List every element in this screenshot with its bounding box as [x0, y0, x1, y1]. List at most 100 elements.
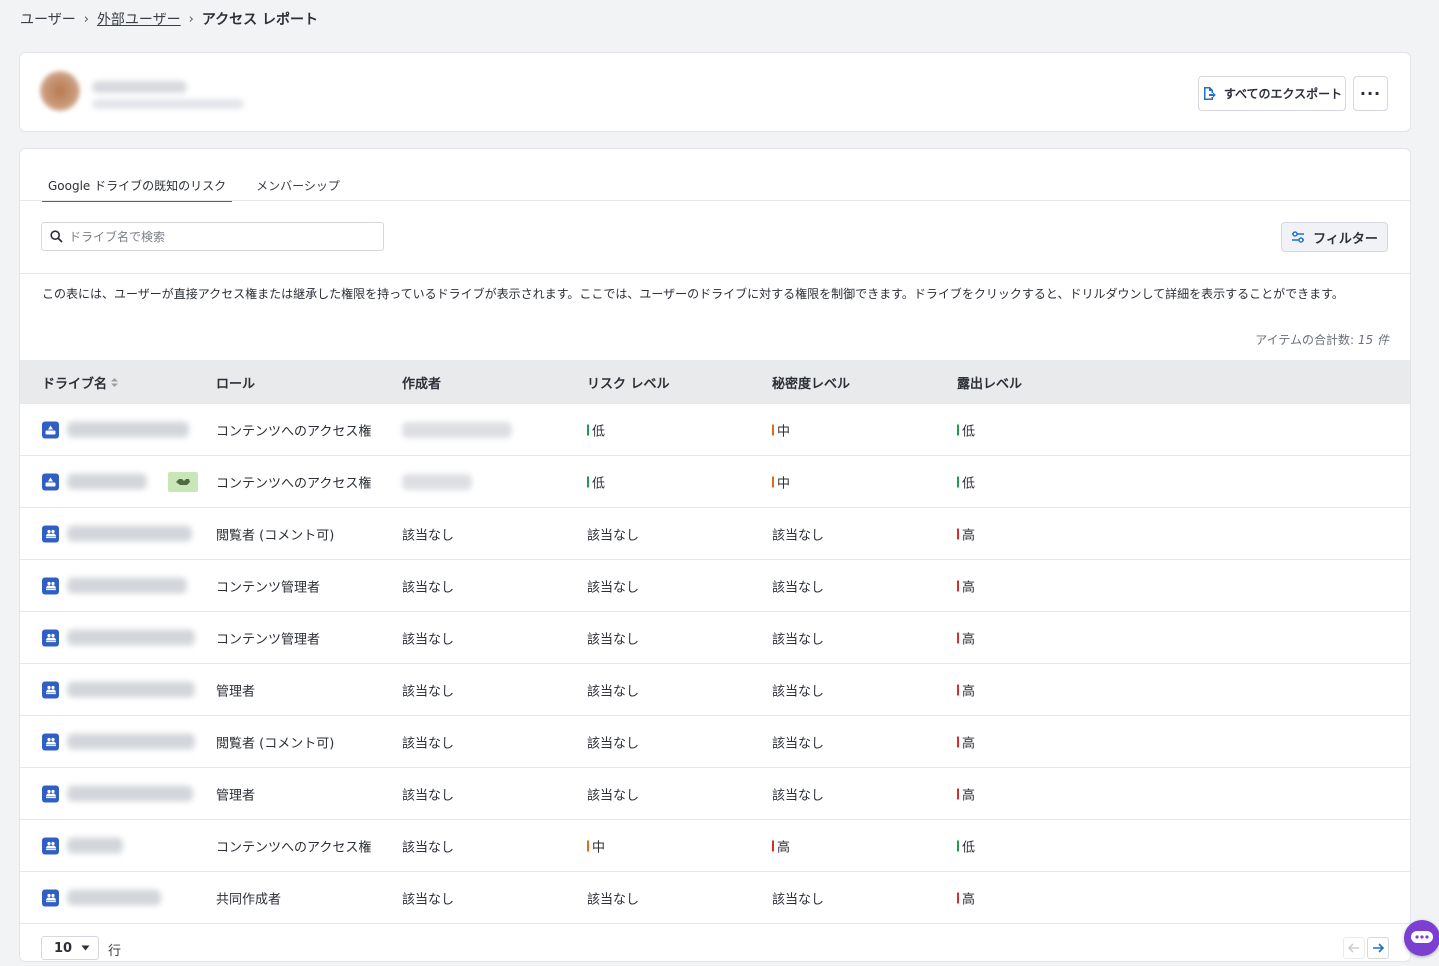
column-header-risk: リスク レベル — [587, 376, 670, 392]
exposure-level-value: 高 — [962, 788, 976, 803]
table-row[interactable]: コンテンツへのアクセス権 低 中 低 — [20, 456, 1410, 508]
drive-name-cell[interactable] — [42, 785, 193, 802]
tab-drive-risks[interactable]: Google ドライブの既知のリスク — [42, 175, 233, 202]
column-header-creator: 作成者 — [402, 376, 442, 392]
column-header-role: ロール — [216, 376, 256, 392]
creator-cell: 該当なし — [402, 528, 455, 543]
secrecy-level-cell: 該当なし — [772, 788, 825, 803]
access-report-card: Google ドライブの既知のリスク メンバーシップ フィルター この表には、ユ… — [19, 148, 1411, 962]
tab-membership[interactable]: メンバーシップ — [250, 175, 346, 202]
drive-name-cell[interactable] — [42, 421, 189, 438]
more-icon: ··· — [1359, 84, 1382, 103]
exposure-level-indicator — [957, 892, 959, 903]
table-row[interactable]: コンテンツへのアクセス権 低 中 低 — [20, 404, 1410, 456]
risk-level-cell: 該当なし — [587, 788, 640, 803]
breadcrumb-root[interactable]: ユーザー — [20, 9, 76, 29]
search-box — [41, 222, 384, 251]
risk-level-cell: 該当なし — [587, 528, 640, 543]
exposure-level-value: 低 — [962, 840, 976, 855]
risk-level-indicator — [587, 840, 589, 851]
risk-level-cell: 中 — [587, 836, 605, 855]
next-page-button[interactable] — [1367, 937, 1389, 959]
table-row[interactable]: コンテンツ管理者 該当なし 該当なし 該当なし 高 — [20, 612, 1410, 664]
drive-name-redacted — [67, 525, 192, 542]
drive-name-cell[interactable] — [42, 837, 123, 854]
table-row[interactable]: コンテンツ管理者 該当なし 該当なし 該当なし 高 — [20, 560, 1410, 612]
search-icon — [50, 230, 63, 243]
drive-name-cell[interactable] — [42, 889, 161, 906]
column-header-name-label: ドライブ名 — [42, 376, 108, 392]
drive-name-cell[interactable] — [42, 473, 147, 490]
role-cell: 管理者 — [216, 788, 256, 803]
filter-label: フィルター — [1313, 231, 1378, 247]
drive-name-redacted — [67, 837, 123, 854]
group-drive-icon — [42, 681, 59, 698]
exposure-level-value: 低 — [962, 424, 976, 439]
secrecy-level-value: 高 — [777, 840, 791, 855]
tab-bar: Google ドライブの既知のリスク メンバーシップ — [42, 175, 346, 202]
table-row[interactable]: 共同作成者 該当なし 該当なし 該当なし 高 — [20, 872, 1410, 924]
column-header-exposure: 露出レベル — [957, 376, 1023, 392]
role-cell: コンテンツへのアクセス権 — [216, 476, 372, 491]
risk-level-value: 低 — [592, 476, 606, 491]
creator-cell: 該当なし — [402, 788, 455, 803]
drive-name-cell[interactable] — [42, 733, 195, 750]
role-cell: 閲覧者 (コメント可) — [216, 528, 335, 543]
rows-label: 行 — [108, 944, 122, 959]
exposure-level-cell: 低 — [957, 420, 975, 439]
column-header-name[interactable]: ドライブ名 — [42, 373, 119, 392]
creator-cell: 該当なし — [402, 736, 455, 751]
table-row[interactable]: コンテンツへのアクセス権 該当なし 中 高 低 — [20, 820, 1410, 872]
exposure-level-indicator — [957, 684, 959, 695]
user-header-card: すべてのエクスポート ··· — [19, 52, 1411, 132]
drive-name-redacted — [67, 681, 195, 698]
exposure-level-cell: 低 — [957, 836, 975, 855]
total-count-label: アイテムの合計数: — [1255, 333, 1355, 347]
role-cell: 閲覧者 (コメント可) — [216, 736, 335, 751]
creator-cell: 該当なし — [402, 840, 455, 855]
total-count: アイテムの合計数: 15 件 — [1255, 331, 1389, 348]
secrecy-level-cell: 中 — [772, 472, 790, 491]
role-cell: コンテンツ管理者 — [216, 580, 321, 595]
table-row[interactable]: 閲覧者 (コメント可) 該当なし 該当なし 該当なし 高 — [20, 716, 1410, 768]
prev-page-button[interactable] — [1343, 937, 1365, 959]
creator-redacted — [402, 473, 472, 490]
sort-icon — [111, 377, 119, 387]
group-drive-icon — [42, 837, 59, 854]
risk-level-cell: 低 — [587, 420, 605, 439]
secrecy-level-cell: 該当なし — [772, 736, 825, 751]
chat-assistant-button[interactable] — [1404, 920, 1439, 956]
divider — [20, 200, 1410, 201]
more-options-button[interactable]: ··· — [1353, 76, 1388, 111]
export-all-label: すべてのエクスポート — [1223, 87, 1343, 101]
exposure-level-value: 高 — [962, 580, 976, 595]
group-drive-icon — [42, 577, 59, 594]
exposure-level-cell: 高 — [957, 888, 975, 907]
exposure-level-value: 高 — [962, 736, 976, 751]
page-size-select[interactable]: 10 — [41, 936, 99, 960]
filter-sliders-icon — [1292, 231, 1305, 243]
drive-name-cell[interactable] — [42, 629, 195, 646]
external-share-icon — [168, 471, 198, 492]
group-drive-icon — [42, 629, 59, 646]
chevron-down-icon — [81, 945, 90, 951]
exposure-level-cell: 高 — [957, 576, 975, 595]
drive-name-cell[interactable] — [42, 525, 192, 542]
group-drive-icon — [42, 525, 59, 542]
risk-level-cell: 該当なし — [587, 684, 640, 699]
drive-name-cell[interactable] — [42, 681, 195, 698]
risk-level-value: 低 — [592, 424, 606, 439]
breadcrumb-parent[interactable]: 外部ユーザー — [97, 9, 181, 29]
table-header: ドライブ名 ロール 作成者 リスク レベル 秘密度レベル 露出レベル — [20, 360, 1410, 404]
table-row[interactable]: 閲覧者 (コメント可) 該当なし 該当なし 該当なし 高 — [20, 508, 1410, 560]
search-input[interactable] — [69, 229, 369, 244]
filter-button[interactable]: フィルター — [1281, 222, 1388, 252]
table-row[interactable]: 管理者 該当なし 該当なし 該当なし 高 — [20, 768, 1410, 820]
shared-drive-icon — [42, 421, 59, 438]
export-all-button[interactable]: すべてのエクスポート — [1198, 76, 1346, 111]
shared-drive-icon — [42, 473, 59, 490]
table-row[interactable]: 管理者 該当なし 該当なし 該当なし 高 — [20, 664, 1410, 716]
drive-name-cell[interactable] — [42, 577, 187, 594]
page-size-value: 10 — [54, 940, 73, 956]
creator-cell: 該当なし — [402, 892, 455, 907]
